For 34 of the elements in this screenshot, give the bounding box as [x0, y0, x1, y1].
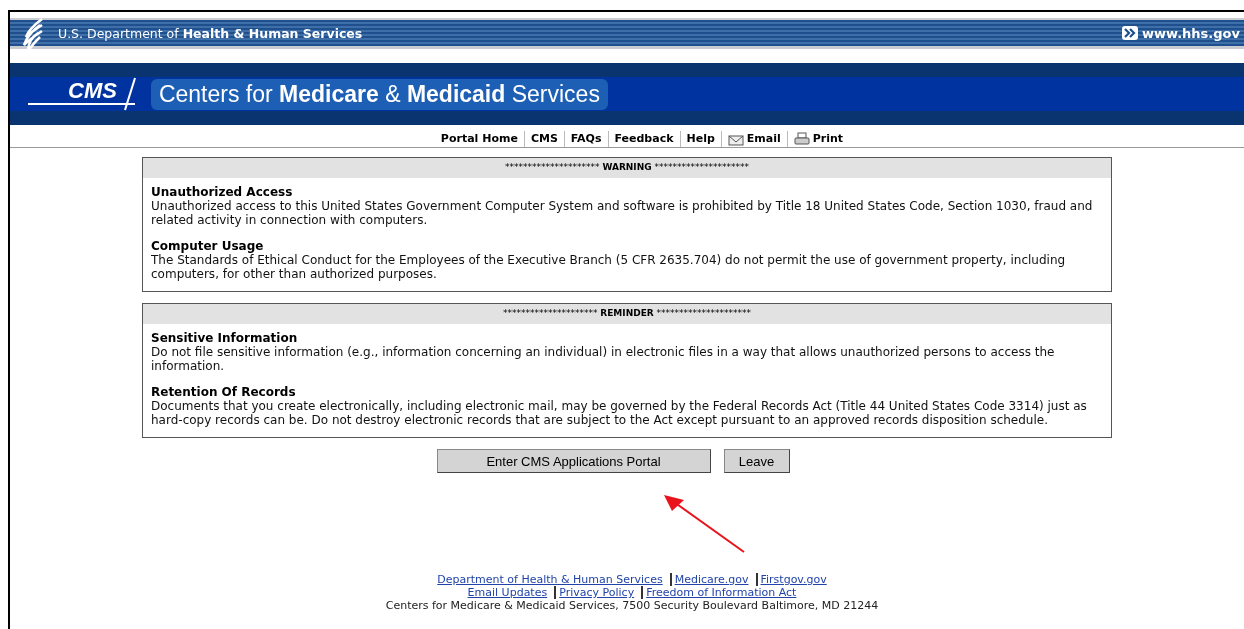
printer-icon	[793, 132, 810, 146]
section-text: Unauthorized access to this United States Government Computer System and software is prohibited by Title 18 United States Code, Section 1030, fraud and related activity in connection with computers.	[151, 199, 1094, 227]
leave-button[interactable]: Leave	[723, 449, 790, 473]
hhs-title: U.S. Department of Health & Human Services	[58, 25, 363, 41]
address-text: Centers for Medicare & Medicaid Services, 7500 Security Boulevard Baltimore, MD 21244	[385, 599, 879, 613]
double-chevron-icon	[1121, 26, 1138, 40]
nav-link[interactable]: Help	[679, 131, 721, 147]
banner-title: Centers for Medicare & Medicaid Services	[150, 78, 608, 110]
nav-link[interactable]: Portal Home	[434, 131, 524, 147]
enter-portal-button[interactable]: Enter CMS Applications Portal	[436, 449, 711, 473]
slash-icon	[122, 77, 137, 111]
nav-link[interactable]: Email	[720, 131, 787, 147]
footer-link[interactable]: Firstgov.gov	[755, 573, 830, 586]
hhs-link[interactable]: www.hhs.gov	[1121, 25, 1240, 41]
nav-link[interactable]: CMS	[523, 131, 564, 147]
notice-heading: ********************* REMINDER *********************	[143, 304, 1111, 324]
cms-logo: CMS	[28, 79, 135, 105]
section-text: Documents that you create electronically, including electronic mail, may be governed by the Federal Records Act (Title 44 United States Code 3314) just as hard-copy records can be. Do not destroy electronic records that are subject to the Act except pursuant to an approved records disposition schedule.	[151, 399, 1088, 427]
nav-link[interactable]: FAQs	[563, 131, 608, 147]
nav-link[interactable]: Print	[786, 131, 850, 147]
footer-link[interactable]: Freedom of Information Act	[641, 586, 800, 599]
section-title: Unauthorized Access	[151, 185, 294, 199]
section-text: The Standards of Ethical Conduct for the Employees of the Executive Branch (5 CFR 2635.704) do not permit the use of government property, including computers, for other than authorized purposes.	[151, 253, 1067, 281]
nav-link[interactable]: Feedback	[607, 131, 680, 147]
section-text: Do not file sensitive information (e.g., information concerning an individual) in electronic files in a way that allows unauthorized persons to access the information.	[151, 345, 1056, 373]
notice-heading: ********************* WARNING *********************	[143, 158, 1111, 178]
footer-link[interactable]: Department of Health & Human Services	[434, 573, 666, 586]
footer-link[interactable]: Medicare.gov	[669, 573, 752, 586]
section-title: Computer Usage	[151, 239, 265, 253]
footer-link[interactable]: Privacy Policy	[554, 586, 638, 599]
section-title: Sensitive Information	[151, 331, 299, 345]
section-title: Retention Of Records	[151, 385, 297, 399]
envelope-icon	[727, 132, 744, 146]
footer-link[interactable]: Email Updates	[464, 586, 551, 599]
